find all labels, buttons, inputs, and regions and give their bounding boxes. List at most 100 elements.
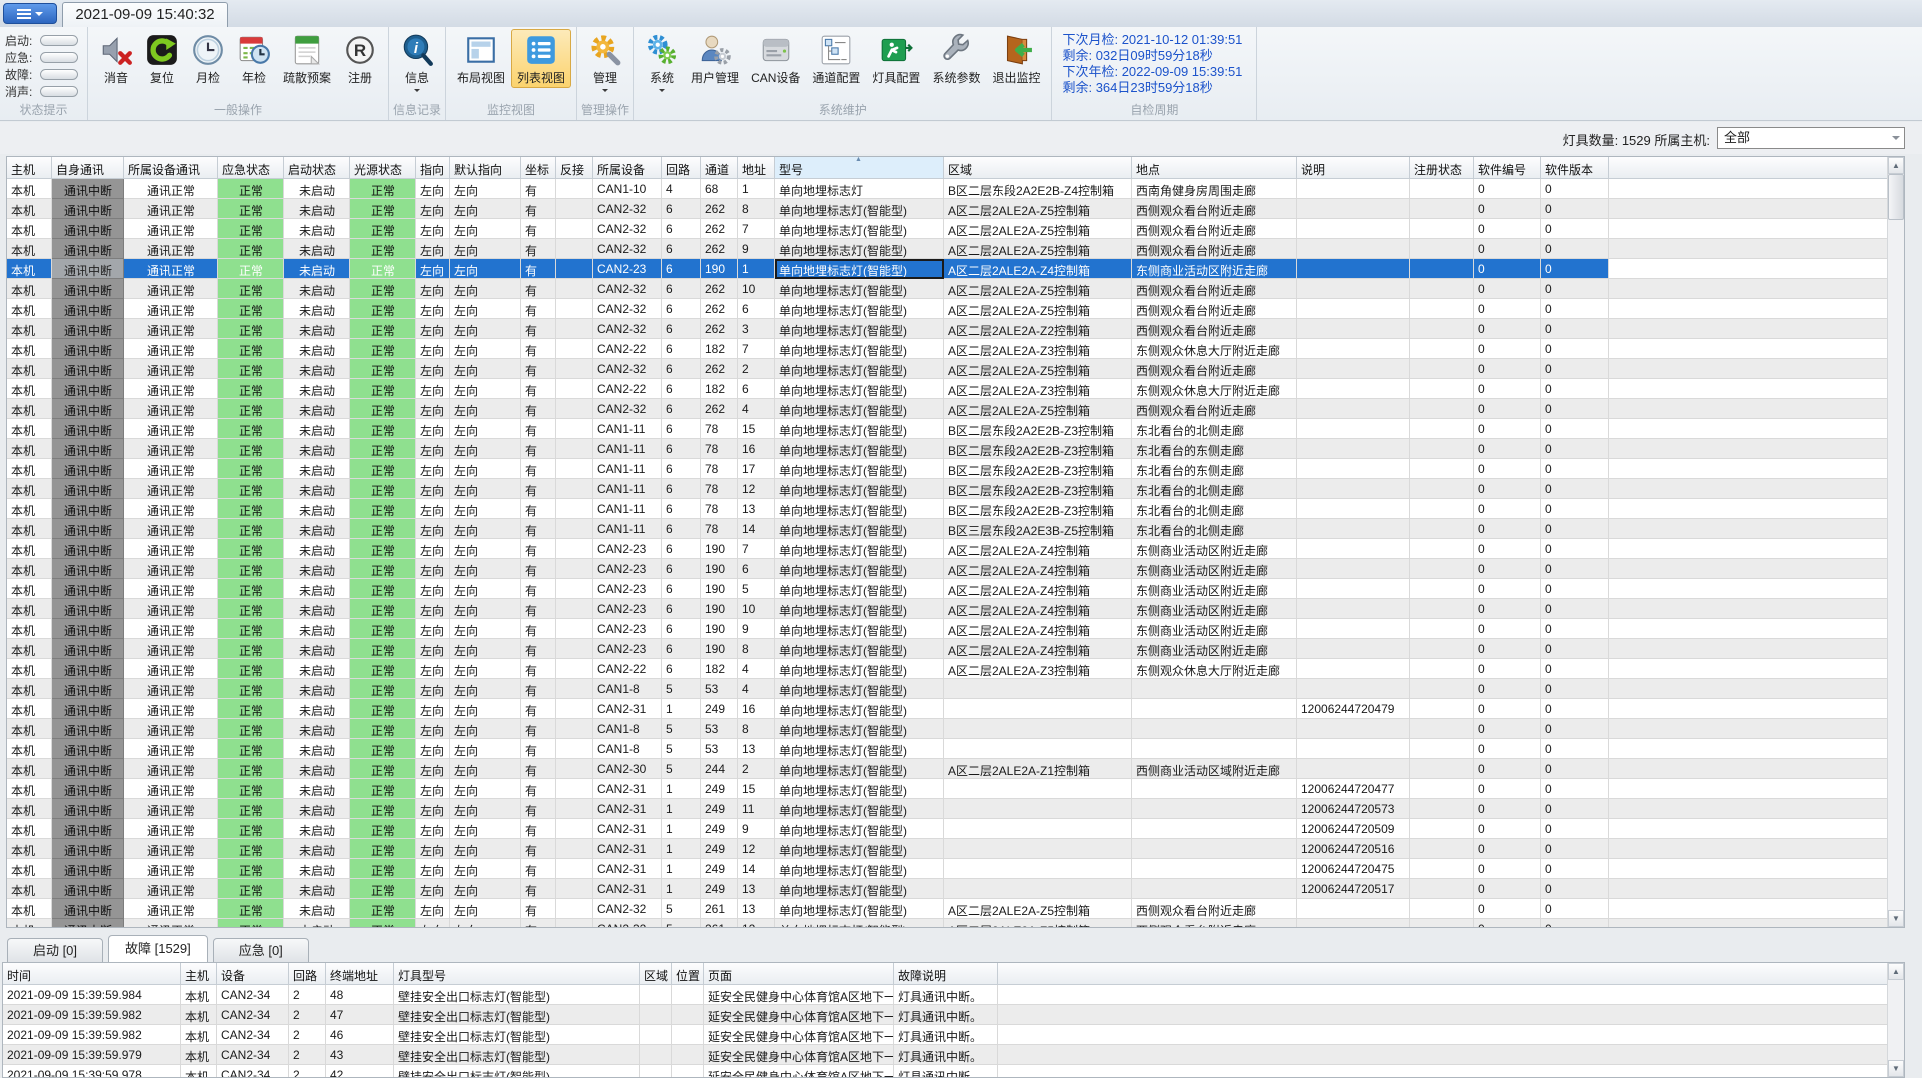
fault-row[interactable]: 2021-09-09 15:39:59.979 本机 CAN2-34 2 43 壁挂安全出… [3,1045,1889,1065]
table-row[interactable]: 本机 通讯中断 通讯正常 正常 未启动 正常 左向 左向有 CAN1-11 6 78 14 单向地埋标志… [7,519,1889,539]
table-row[interactable]: 本机 通讯中断 通讯正常 正常 未启动 正常 左向 左向有 CAN2-32 6 262 8 单向地埋标志… [7,199,1889,219]
column-header[interactable]: 主机 [7,157,52,179]
table-row[interactable]: 本机 通讯中断 通讯正常 正常 未启动 正常 左向 左向有 CAN2-23 6 190 9 单向地埋标志… [7,619,1889,639]
column-header[interactable]: 回路 [662,157,701,179]
app-menu-button[interactable] [3,3,57,24]
column-header[interactable]: 指向 [416,157,450,179]
can-device-button[interactable]: CAN设备 [745,29,806,88]
column-header[interactable]: 说明 [1297,157,1410,179]
table-row[interactable]: 本机 通讯中断 通讯正常 正常 未启动 正常 左向 左向有 CAN2-32 6 262 3 单向地埋标志… [7,319,1889,339]
table-row[interactable]: 本机 通讯中断 通讯正常 正常 未启动 正常 左向 左向有 CAN1-11 6 78 16 单向地埋标志… [7,439,1889,459]
monthly-check-button[interactable]: 月检 [185,29,231,88]
scroll-down-icon[interactable]: ▼ [1888,910,1904,927]
table-row[interactable]: 本机 通讯中断 通讯正常 正常 未启动 正常 左向 左向有 CAN1-11 6 78 15 单向地埋标志… [7,419,1889,439]
system-params-button[interactable]: 系统参数 [926,29,986,88]
user-manage-button[interactable]: 用户管理 [685,29,745,88]
host-select[interactable]: 全部 [1717,127,1905,149]
list-view-button[interactable]: 列表视图 [511,29,572,88]
column-header[interactable]: 终端地址 [326,963,394,985]
tab-1[interactable]: 故障 [1529] [108,935,208,962]
yearly-check-button[interactable]: 年检 [231,29,277,88]
table-row[interactable]: 本机 通讯中断 通讯正常 正常 未启动 正常 左向 左向有 CAN2-32 6 262 9 单向地埋标志… [7,239,1889,259]
table-row[interactable]: 本机 通讯中断 通讯正常 正常 未启动 正常 左向 左向有 CAN2-23 6 190 8 单向地埋标志… [7,639,1889,659]
column-header[interactable]: 软件编号 [1474,157,1541,179]
column-header[interactable]: 启动状态 [284,157,350,179]
column-header[interactable]: 坐标 [521,157,556,179]
channel-config-button[interactable]: 通道配置 [806,29,866,88]
tab-0[interactable]: 启动 [0] [7,938,103,962]
table-row[interactable]: 本机 通讯中断 通讯正常 正常 未启动 正常 左向 左向有 CAN2-32 6 262 10 单向地埋标… [7,279,1889,299]
table-row[interactable]: 本机 通讯中断 通讯正常 正常 未启动 正常 左向 左向有 CAN1-10 4 68 1 单向地埋标志灯… [7,179,1889,199]
table-row[interactable]: 本机 通讯中断 通讯正常 正常 未启动 正常 左向 左向有 CAN2-31 1 249 16 单向地埋标… [7,699,1889,719]
scroll-down-icon[interactable]: ▼ [1888,1060,1904,1077]
scroll-up-icon[interactable]: ▲ [1888,963,1904,980]
table-row[interactable]: 本机 通讯中断 通讯正常 正常 未启动 正常 左向 左向有 CAN2-32 5 261 13 单向地埋标… [7,899,1889,919]
column-header[interactable]: 型号 ▲ [775,157,944,179]
column-header[interactable]: 默认指向 [450,157,521,179]
column-header[interactable]: 故障说明 [894,963,998,985]
table-row[interactable]: 本机 通讯中断 通讯正常 正常 未启动 正常 左向 左向有 CAN2-31 1 249 11 单向地埋标… [7,799,1889,819]
table-row[interactable]: 本机 通讯中断 通讯正常 正常 未启动 正常 左向 左向有 CAN2-32 6 262 2 单向地埋标志… [7,359,1889,379]
table-row[interactable]: 本机 通讯中断 通讯正常 正常 未启动 正常 左向 左向有 CAN1-8 5 53 8 单向地埋标志灯(… [7,719,1889,739]
table-row[interactable]: 本机 通讯中断 通讯正常 正常 未启动 正常 左向 左向有 CAN1-8 5 53 4 单向地埋标志灯(… [7,679,1889,699]
table-row[interactable]: 本机 通讯中断 通讯正常 正常 未启动 正常 左向 左向有 CAN2-30 5 244 2 单向地埋标志… [7,759,1889,779]
evacuation-plan-button[interactable]: 疏散预案 [277,29,337,88]
column-header[interactable]: 页面 [704,963,894,985]
column-header[interactable]: 反接 [556,157,593,179]
column-header[interactable]: 时间 [3,963,181,985]
column-header[interactable]: 设备 [217,963,289,985]
column-header[interactable]: 灯具型号 [394,963,640,985]
table-row[interactable]: 本机 通讯中断 通讯正常 正常 未启动 正常 左向 左向有 CAN2-23 6 190 6 单向地埋标志… [7,559,1889,579]
table-row[interactable]: 本机 通讯中断 通讯正常 正常 未启动 正常 左向 左向有 CAN2-32 6 262 7 单向地埋标志… [7,219,1889,239]
scroll-up-icon[interactable]: ▲ [1888,157,1904,174]
table-row[interactable]: 本机 通讯中断 通讯正常 正常 未启动 正常 左向 左向有 CAN2-23 6 190 7 单向地埋标志… [7,539,1889,559]
reset-button[interactable]: 复位 [139,29,185,88]
fault-row[interactable]: 2021-09-09 15:39:59.978 本机 CAN2-34 2 42 壁挂安全出… [3,1065,1889,1077]
column-header[interactable]: 自身通讯 [52,157,124,179]
table-row[interactable]: 本机 通讯中断 通讯正常 正常 未启动 正常 左向 左向有 CAN2-31 1 249 9 单向地埋标志… [7,819,1889,839]
manage-button[interactable]: 管理 [582,29,628,97]
column-header[interactable]: 光源状态 [350,157,416,179]
table-row[interactable]: 本机通讯中断通讯正常正常未启动正常左向左向有CAN2-32526112单向地埋标… [7,919,1889,927]
column-header[interactable]: 所属设备通讯 [124,157,218,179]
info-button[interactable]: i 信息 [394,29,440,97]
table-row[interactable]: 本机 通讯中断 通讯正常 正常 未启动 正常 左向 左向有 CAN2-22 6 182 6 单向地埋标志… [7,379,1889,399]
lamp-config-button[interactable]: 灯具配置 [866,29,926,88]
exit-monitor-button[interactable]: 退出监控 [986,29,1046,88]
column-header[interactable]: 软件版本 [1541,157,1609,179]
fault-row[interactable]: 2021-09-09 15:39:59.982 本机 CAN2-34 2 47 壁挂安全出… [3,1005,1889,1025]
column-header[interactable]: 地址 [738,157,775,179]
table-row[interactable]: 本机 通讯中断 通讯正常 正常 未启动 正常 左向 左向有 CAN2-22 6 182 7 单向地埋标志… [7,339,1889,359]
table-row[interactable]: 本机 通讯中断 通讯正常 正常 未启动 正常 左向 左向有 CAN2-31 1 249 13 单向地埋标… [7,879,1889,899]
column-header[interactable]: 位置 [672,963,704,985]
column-header[interactable]: 所属设备 [593,157,662,179]
table-row[interactable]: 本机 通讯中断 通讯正常 正常 未启动 正常 左向 左向有 CAN2-23 6 190 5 单向地埋标志… [7,579,1889,599]
mute-button[interactable]: 消音 [93,29,139,88]
scroll-thumb[interactable] [1888,174,1904,220]
column-header[interactable]: 主机 [181,963,217,985]
tab-2[interactable]: 应急 [0] [212,938,309,962]
fault-row[interactable]: 2021-09-09 15:39:59.984 本机 CAN2-34 2 48 壁挂安全出… [3,985,1889,1005]
table-row[interactable]: 本机 通讯中断 通讯正常 正常 未启动 正常 左向 左向有 CAN2-32 6 262 6 单向地埋标志… [7,299,1889,319]
system-button[interactable]: 系统 [639,29,685,97]
column-header[interactable]: 地点 [1132,157,1297,179]
table-row[interactable]: 本机 通讯中断 通讯正常 正常 未启动 正常 左向 左向有 CAN2-23 6 190 10 单向地埋标… [7,599,1889,619]
column-header[interactable]: 区域 [944,157,1132,179]
table-row[interactable]: 本机 通讯中断 通讯正常 正常 未启动 正常 左向 左向有 CAN1-11 6 78 12 单向地埋标志… [7,479,1889,499]
fault-table-scrollbar[interactable]: ▲ ▼ [1887,963,1904,1077]
table-row[interactable]: 本机 通讯中断 通讯正常 正常 未启动 正常 左向 左向有 CAN2-32 6 262 4 单向地埋标志… [7,399,1889,419]
table-row[interactable]: 本机 通讯中断 通讯正常 正常 未启动 正常 左向 左向有 CAN2-31 1 249 15 单向地埋标… [7,779,1889,799]
timestamp-tab[interactable]: 2021-09-09 15:40:32 [62,2,228,27]
table-row[interactable]: 本机 通讯中断 通讯正常 正常 未启动 正常 左向 左向有 CAN2-31 1 249 14 单向地埋标… [7,859,1889,879]
column-header[interactable]: 通道 [701,157,738,179]
table-row[interactable]: 本机 通讯中断 通讯正常 正常 未启动 正常 左向 左向有 CAN2-22 6 182 4 单向地埋标志… [7,659,1889,679]
fault-row[interactable]: 2021-09-09 15:39:59.982 本机 CAN2-34 2 46 壁挂安全出… [3,1025,1889,1045]
layout-view-button[interactable]: 布局视图 [451,29,511,88]
main-table-scrollbar[interactable]: ▲ ▼ [1887,157,1904,927]
column-header[interactable]: 区域 [640,963,672,985]
column-header[interactable]: 应急状态 [218,157,284,179]
column-header[interactable]: 回路 [289,963,326,985]
table-row[interactable]: 本机 通讯中断 通讯正常 正常 未启动 正常 左向 左向有 CAN1-11 6 78 17 单向地埋标志… [7,459,1889,479]
table-row[interactable]: 本机 通讯中断 通讯正常 正常 未启动 正常 左向 左向有 CAN2-31 1 249 12 单向地埋标… [7,839,1889,859]
table-row[interactable]: 本机 通讯中断 通讯正常 正常 未启动 正常 左向 左向有 CAN1-11 6 78 13 单向地埋标志… [7,499,1889,519]
